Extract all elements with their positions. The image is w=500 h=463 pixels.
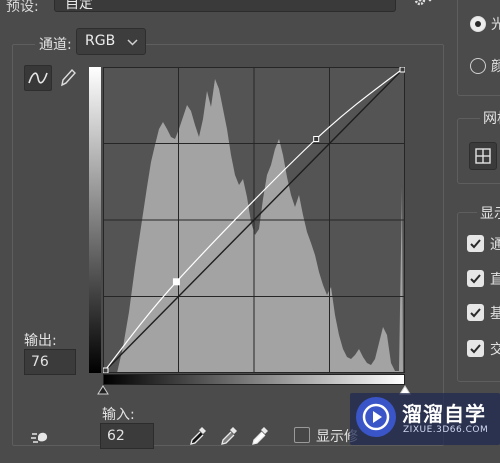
curve-control-point[interactable]: [399, 67, 405, 73]
eyedropper-black-icon[interactable]: [187, 424, 209, 448]
radio-light-label: 光: [491, 17, 500, 33]
radio-light[interactable]: [470, 16, 486, 32]
eyedropper-white-icon[interactable]: [249, 424, 271, 448]
curve-control-point[interactable]: [313, 136, 320, 142]
grid-icon: [475, 148, 491, 164]
checkmark-icon: [470, 239, 481, 249]
channel-label: 通道:: [35, 34, 76, 54]
display-section-label: 显示: [477, 203, 500, 223]
preset-label: 预设:: [6, 0, 39, 15]
curves-graph[interactable]: [103, 67, 405, 373]
grid-section-label: 网格: [480, 108, 500, 128]
input-gradient-bar: [103, 374, 405, 385]
checkmark-icon: [470, 274, 481, 284]
checkmark-icon: [470, 308, 481, 318]
checkbox-1[interactable]: [467, 235, 484, 252]
input-field[interactable]: 62: [100, 423, 154, 449]
output-label: 输出:: [24, 333, 57, 349]
chevron-down-icon: [127, 39, 138, 46]
input-label: 输入:: [102, 407, 135, 423]
gear-icon[interactable]: [412, 0, 436, 10]
watermark-url: ZIXUE.3D66.COM: [403, 425, 489, 435]
checkbox-4-label: 交: [490, 342, 500, 358]
checkbox-2-label: 直: [490, 272, 500, 288]
checkbox-4[interactable]: [467, 340, 484, 357]
output-field[interactable]: 76: [24, 349, 76, 375]
checkmark-icon: [470, 344, 481, 354]
chevron-down-icon: [380, 0, 382, 1]
watermark-title: 溜溜自学: [402, 402, 486, 426]
curve-tool-icon: [28, 72, 48, 84]
radio-color-label: 颜: [491, 59, 500, 75]
channel-select[interactable]: RGB: [76, 28, 146, 55]
output-gradient-bar: [89, 67, 101, 373]
pencil-icon[interactable]: [58, 67, 78, 89]
curve-edit-tool[interactable]: [24, 65, 52, 91]
checkbox-2[interactable]: [467, 270, 484, 287]
watermark-logo: [356, 397, 396, 437]
auto-adjust-icon[interactable]: [28, 426, 54, 448]
curve-control-point[interactable]: [172, 278, 180, 286]
preset-value: 自定: [65, 0, 93, 12]
preset-select[interactable]: 自定: [54, 0, 396, 12]
curve-control-point[interactable]: [103, 367, 109, 373]
eyedropper-gray-icon[interactable]: [218, 424, 240, 448]
checkbox-3-label: 基: [490, 306, 500, 322]
radio-color[interactable]: [470, 58, 486, 74]
grid-size-button[interactable]: [469, 142, 497, 170]
show-clipping-checkbox[interactable]: [294, 427, 310, 443]
checkbox-1-label: 通: [490, 237, 500, 253]
channel-value: RGB: [85, 33, 116, 49]
checkbox-3[interactable]: [467, 304, 484, 321]
black-point-slider-icon[interactable]: [97, 385, 109, 395]
